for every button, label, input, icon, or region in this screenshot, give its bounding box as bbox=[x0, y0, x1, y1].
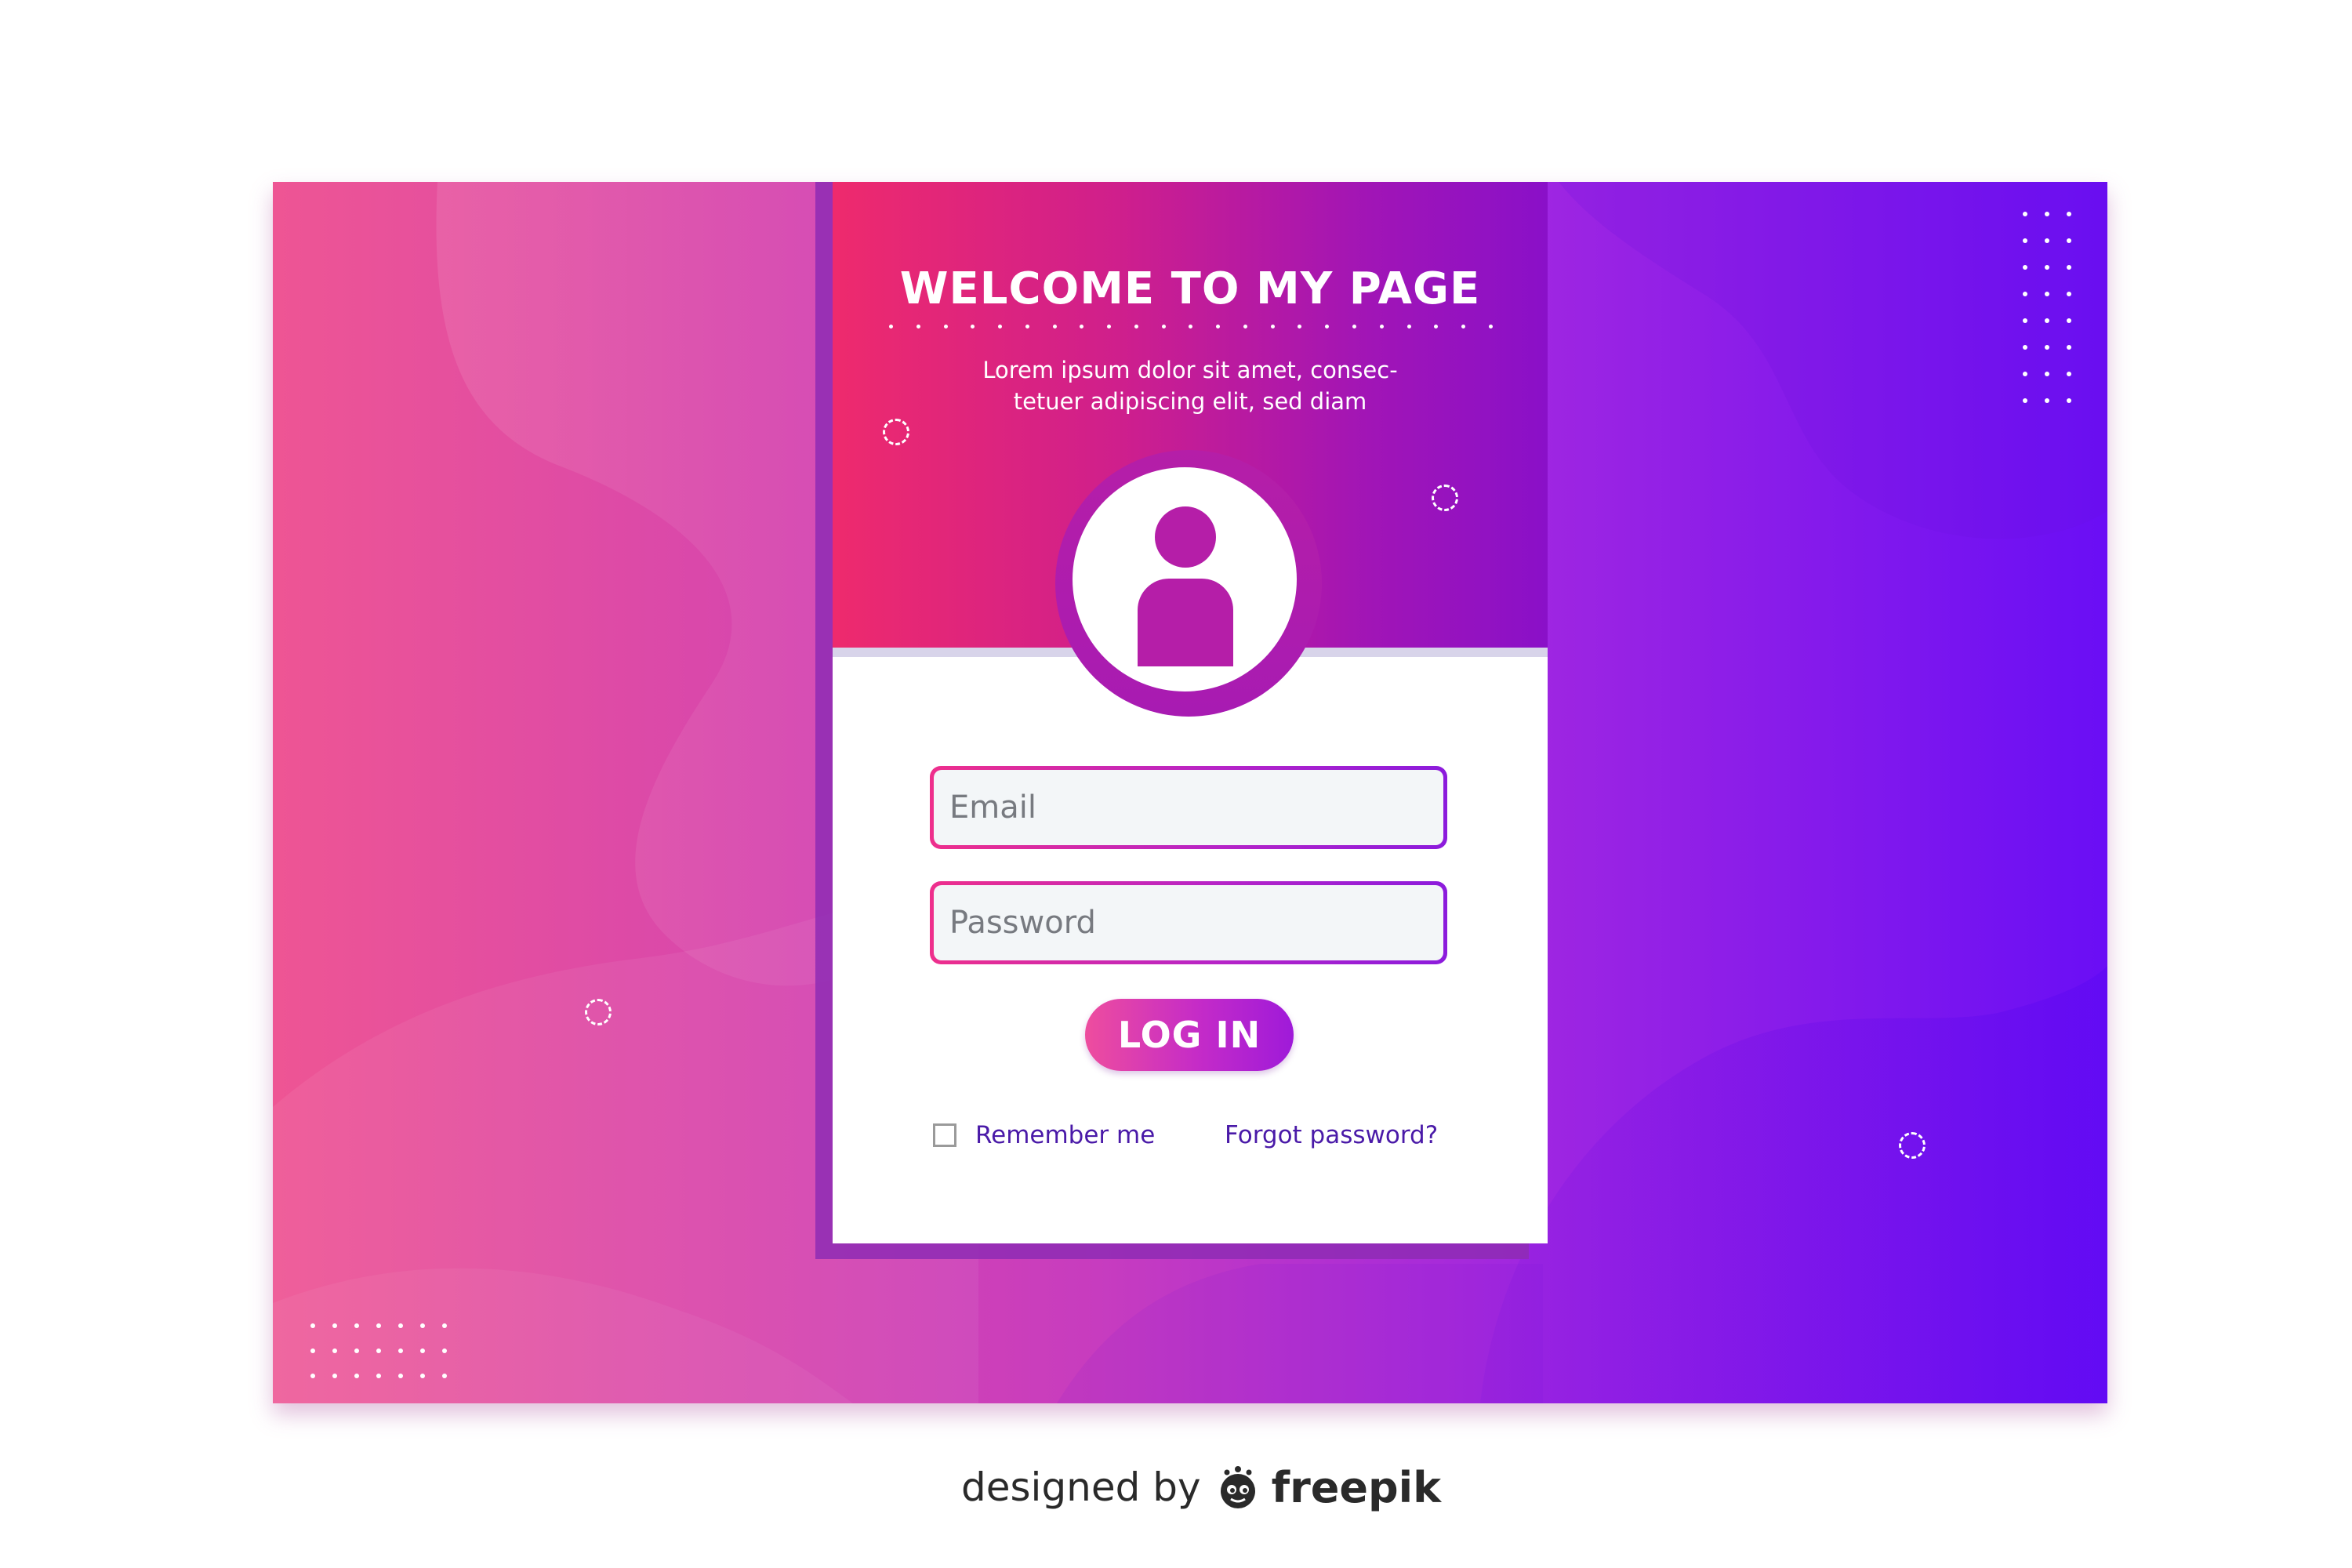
user-icon bbox=[1073, 467, 1297, 691]
credit-brand: freepik bbox=[1271, 1462, 1442, 1512]
avatar bbox=[1055, 450, 1322, 717]
password-field[interactable] bbox=[934, 885, 1443, 960]
email-field[interactable] bbox=[934, 770, 1443, 845]
title-dot-divider bbox=[889, 325, 1493, 329]
forgot-password-link[interactable]: Forgot password? bbox=[1225, 1121, 1438, 1149]
dashed-ring-card-right bbox=[1432, 485, 1458, 511]
credit-text: designed by bbox=[961, 1465, 1201, 1510]
designer-credit: designed by freepik bbox=[961, 1460, 1441, 1515]
dashed-ring-card-left bbox=[883, 419, 909, 445]
remember-me-label: Remember me bbox=[975, 1121, 1156, 1149]
login-card: WELCOME TO MY PAGE Lorem ipsum dolor sit… bbox=[833, 182, 1548, 1243]
password-field-wrapper bbox=[930, 881, 1447, 964]
remember-me-checkbox[interactable] bbox=[933, 1123, 956, 1147]
user-icon-body bbox=[1138, 579, 1233, 666]
subtitle-line-2: tetuer adipiscing elit, sed diam bbox=[1013, 388, 1367, 415]
page-subtitle: Lorem ipsum dolor sit amet, consec- tetu… bbox=[955, 354, 1425, 417]
dot-grid-top-right bbox=[2023, 212, 2071, 403]
page-title: WELCOME TO MY PAGE bbox=[899, 263, 1481, 314]
dot-grid-bottom-left bbox=[310, 1323, 447, 1378]
dashed-ring-left bbox=[585, 999, 612, 1025]
freepik-logo-icon bbox=[1220, 1466, 1255, 1508]
dashed-ring-right bbox=[1899, 1132, 1926, 1159]
email-field-wrapper bbox=[930, 766, 1447, 849]
remember-me[interactable]: Remember me bbox=[933, 1121, 1155, 1149]
subtitle-line-1: Lorem ipsum dolor sit amet, consec- bbox=[982, 357, 1398, 383]
user-icon-head bbox=[1155, 506, 1216, 568]
login-button[interactable]: LOG IN bbox=[1085, 999, 1294, 1071]
